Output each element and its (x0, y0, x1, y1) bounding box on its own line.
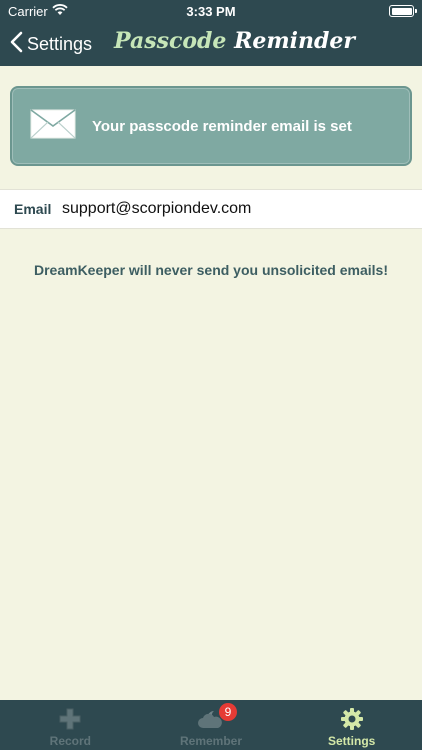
email-field[interactable] (62, 190, 422, 228)
page-title: Passcode Reminder (114, 28, 355, 54)
gear-icon (340, 708, 363, 730)
page-title-part2: Reminder (234, 28, 355, 54)
page-title-part1: Passcode (114, 28, 227, 54)
tab-settings-label: Settings (328, 734, 376, 748)
tab-settings[interactable]: Settings (281, 700, 422, 750)
header: Carrier 3:33 PM Settings Passcode Remind… (0, 0, 422, 66)
privacy-notice: DreamKeeper will never send you unsolici… (33, 262, 388, 278)
email-label: Email (14, 201, 52, 217)
back-button-label: Settings (27, 33, 93, 54)
plus-cross-icon (59, 708, 81, 730)
email-row: Email (0, 189, 422, 229)
envelope-icon (30, 108, 76, 144)
status-time: 3:33 PM (186, 4, 236, 19)
navigation-bar: Settings Passcode Reminder (0, 22, 422, 66)
tab-record-label: Record (49, 734, 91, 748)
tab-record[interactable]: Record (0, 700, 141, 750)
tab-remember[interactable]: 9 Remember (141, 700, 282, 750)
status-bar: Carrier 3:33 PM (0, 0, 422, 22)
battery-icon (389, 5, 417, 17)
chevron-left-icon (10, 31, 27, 58)
tab-remember-label: Remember (179, 734, 243, 748)
banner-message: Your passcode reminder email is set (92, 117, 352, 135)
back-button[interactable]: Settings (10, 30, 92, 58)
remember-badge: 9 (219, 703, 237, 721)
reminder-set-banner: Your passcode reminder email is set (10, 86, 412, 166)
tab-bar: Record 9 Remember Settings (0, 700, 422, 750)
